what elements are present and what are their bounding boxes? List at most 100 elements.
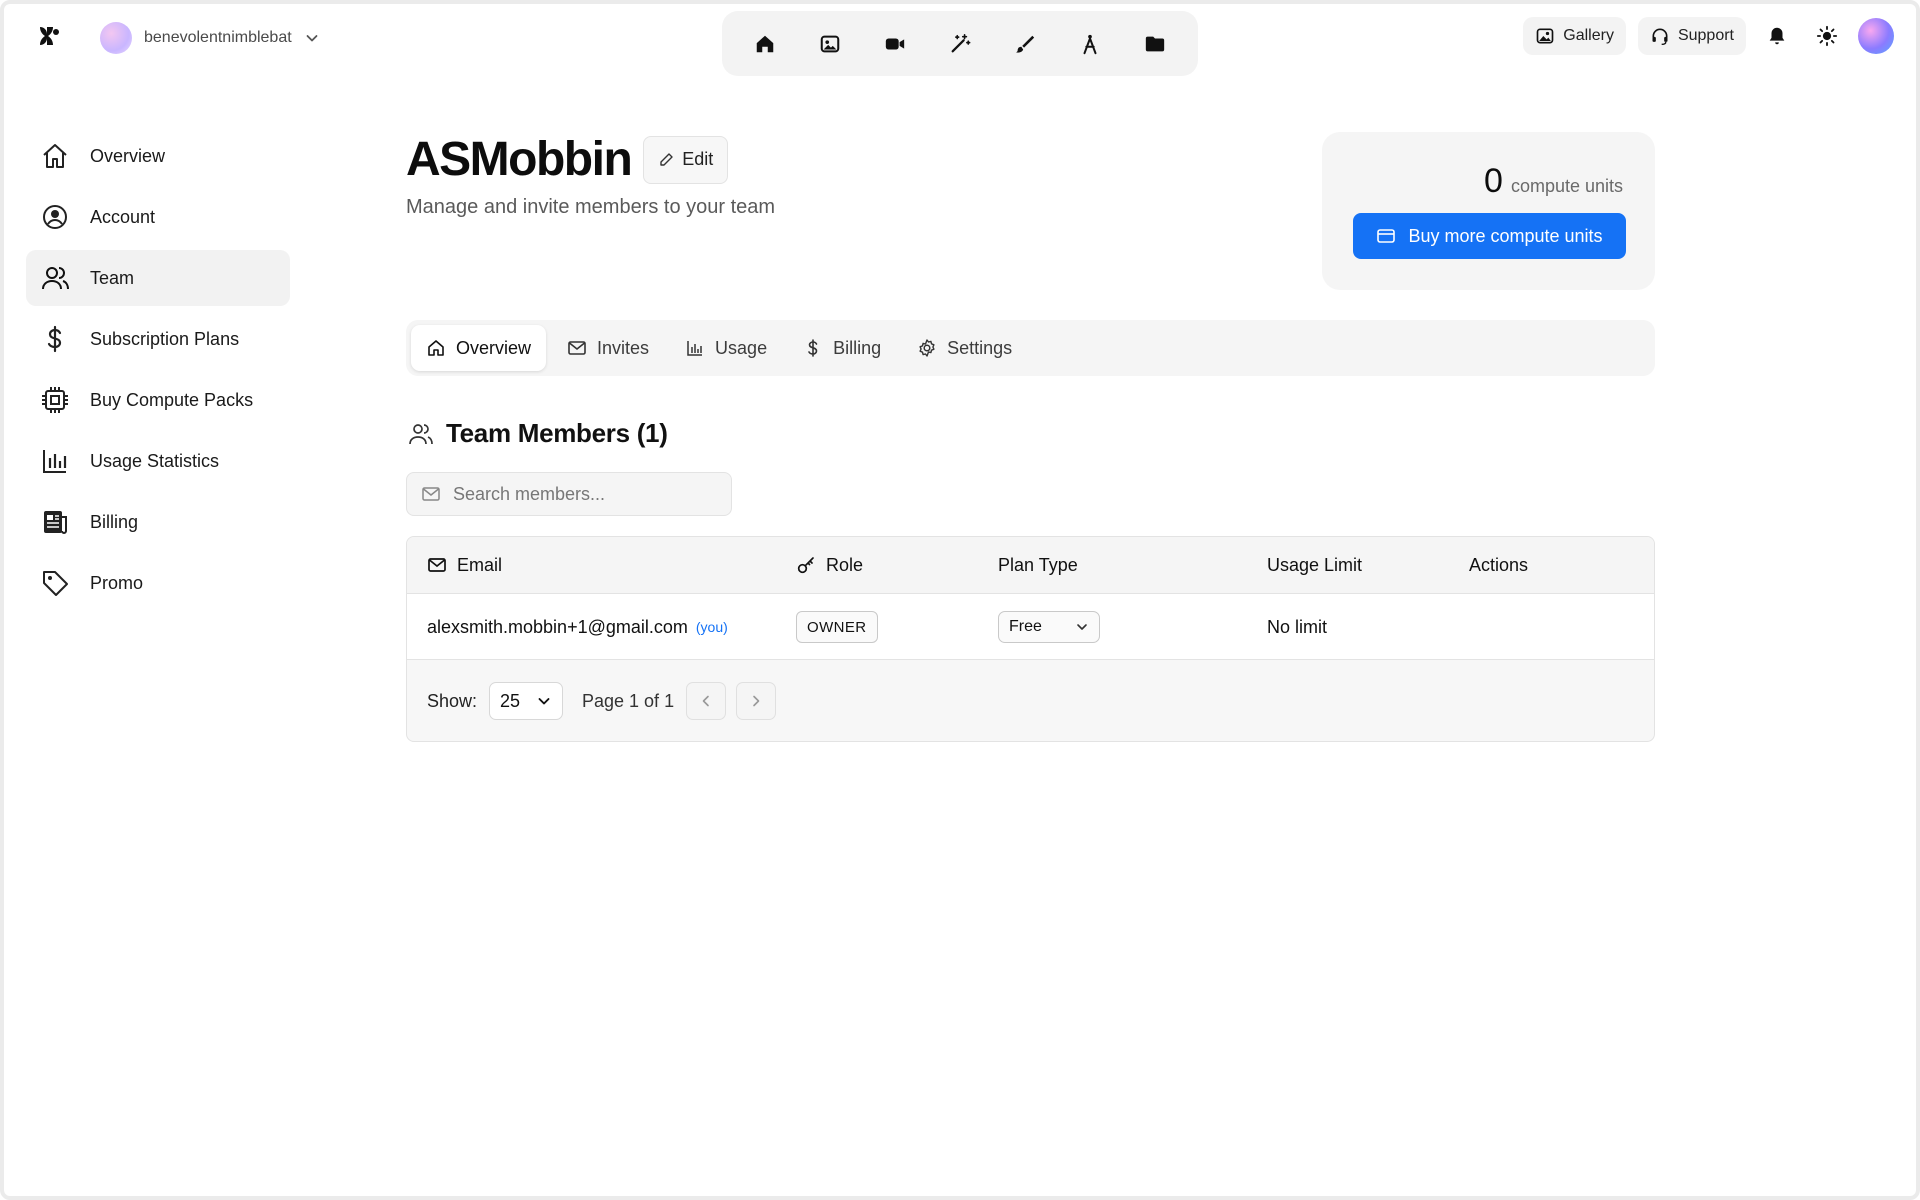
page-info: Page 1 of 1 (582, 690, 675, 711)
sidebar-item-subscription-plans[interactable]: Subscription Plans (26, 311, 290, 367)
folder-tool-button[interactable] (1133, 22, 1177, 66)
tab-invites[interactable]: Invites (552, 325, 664, 371)
you-tag: (you) (695, 619, 728, 635)
column-actions: Actions (1469, 537, 1528, 593)
workspace-switcher[interactable]: benevolentnimblebat (100, 22, 320, 54)
sidebar-item-label: Billing (90, 511, 139, 532)
sidebar-item-overview[interactable]: Overview (26, 128, 290, 184)
image-icon (819, 33, 841, 55)
compass-icon (1079, 33, 1101, 55)
dollar-icon (40, 324, 70, 354)
user-avatar[interactable] (1858, 18, 1894, 54)
headset-icon (1650, 26, 1670, 46)
notifications-button[interactable] (1758, 17, 1796, 55)
bell-icon (1766, 25, 1788, 47)
sidebar-item-usage-statistics[interactable]: Usage Statistics (26, 433, 290, 489)
tab-label: Settings (947, 337, 1013, 358)
team-members-heading: Team Members (1) (408, 418, 668, 449)
next-page-button[interactable] (736, 682, 776, 720)
user-circle-icon (40, 202, 70, 232)
key-icon (796, 555, 816, 575)
role-badge: OWNER (796, 611, 878, 643)
enhance-tool-button[interactable] (938, 22, 982, 66)
sidebar-nav: Overview Account Team Subscription Plans… (26, 128, 290, 616)
buy-compute-units-button[interactable]: Buy more compute units (1353, 213, 1626, 259)
bar-chart-icon (40, 446, 70, 476)
magic-wand-icon (949, 33, 971, 55)
users-icon (408, 421, 434, 447)
plan-type-select[interactable]: Free (998, 611, 1100, 643)
member-plan-cell: Free (998, 594, 1100, 660)
gallery-icon (1535, 26, 1555, 46)
cpu-chip-icon (40, 385, 70, 415)
search-members-input[interactable] (453, 483, 717, 505)
chevron-down-icon (536, 693, 552, 709)
compute-amount: 0 (1484, 162, 1503, 200)
column-usage-limit[interactable]: Usage Limit (1267, 537, 1362, 593)
tab-label: Billing (833, 337, 882, 358)
receipt-icon (40, 507, 70, 537)
buy-compute-label: Buy more compute units (1408, 225, 1603, 246)
gallery-button[interactable]: Gallery (1523, 17, 1626, 55)
tab-label: Overview (456, 337, 532, 358)
sun-icon (1816, 25, 1838, 47)
theme-toggle-button[interactable] (1808, 17, 1846, 55)
members-table: Email Role Plan Type Usage Limit Actions… (406, 536, 1655, 742)
workspace-avatar (100, 22, 132, 54)
tab-label: Invites (597, 337, 650, 358)
sidebar-item-team[interactable]: Team (26, 250, 290, 306)
sidebar-item-billing[interactable]: Billing (26, 494, 290, 550)
plan-type-value: Free (1009, 618, 1042, 635)
users-icon (40, 263, 70, 293)
chevron-right-icon (748, 693, 764, 709)
show-label: Show: (427, 690, 478, 711)
sidebar-item-label: Account (90, 206, 156, 227)
sidebar-item-account[interactable]: Account (26, 189, 290, 245)
mail-icon (567, 338, 587, 358)
home-tool-button[interactable] (743, 22, 787, 66)
tag-icon (40, 568, 70, 598)
app-logo-icon[interactable] (36, 24, 64, 52)
previous-page-button[interactable] (686, 682, 726, 720)
draw-tool-button[interactable] (1003, 22, 1047, 66)
column-role[interactable]: Role (796, 537, 863, 593)
home-icon (754, 33, 776, 55)
column-label: Email (457, 554, 503, 575)
sidebar-item-promo[interactable]: Promo (26, 555, 290, 611)
tab-usage[interactable]: Usage (670, 325, 782, 371)
column-label: Usage Limit (1267, 554, 1363, 575)
member-search (406, 472, 732, 516)
dollar-icon (803, 338, 823, 358)
page-size-select[interactable]: 25 (489, 682, 563, 720)
workspace-name: benevolentnimblebat (144, 29, 292, 46)
sidebar-item-buy-compute-packs[interactable]: Buy Compute Packs (26, 372, 290, 428)
compute-units-card: 0 compute units Buy more compute units (1322, 132, 1655, 290)
compass-tool-button[interactable] (1068, 22, 1112, 66)
column-label: Role (826, 554, 864, 575)
credit-card-icon (1376, 226, 1396, 246)
column-email[interactable]: Email (427, 537, 502, 593)
house-icon (426, 338, 446, 358)
compute-unit-label: compute units (1510, 176, 1623, 196)
top-right-actions: Gallery Support (1523, 17, 1894, 55)
member-email: alexsmith.mobbin+1@gmail.com (427, 616, 688, 637)
chevron-down-icon (304, 30, 320, 46)
page-title: ASMobbin (406, 133, 633, 186)
image-tool-button[interactable] (808, 22, 852, 66)
column-plan-type[interactable]: Plan Type (998, 537, 1078, 593)
team-members-title: Team Members (1) (446, 418, 668, 448)
tab-overview[interactable]: Overview (411, 325, 547, 371)
chevron-left-icon (698, 693, 714, 709)
edit-team-name-button[interactable]: Edit (643, 135, 729, 184)
chevron-down-icon (1075, 620, 1089, 634)
support-button[interactable]: Support (1637, 17, 1746, 55)
table-pagination: Show: 25 Page 1 of 1 (407, 660, 1654, 741)
gear-icon (917, 338, 937, 358)
video-tool-button[interactable] (873, 22, 917, 66)
brush-icon (1014, 33, 1036, 55)
sidebar-item-label: Buy Compute Packs (90, 389, 254, 410)
member-usage-limit-cell: No limit (1267, 594, 1327, 660)
page-subtitle: Manage and invite members to your team (406, 196, 776, 218)
tab-billing[interactable]: Billing (788, 325, 896, 371)
tab-settings[interactable]: Settings (902, 325, 1027, 371)
